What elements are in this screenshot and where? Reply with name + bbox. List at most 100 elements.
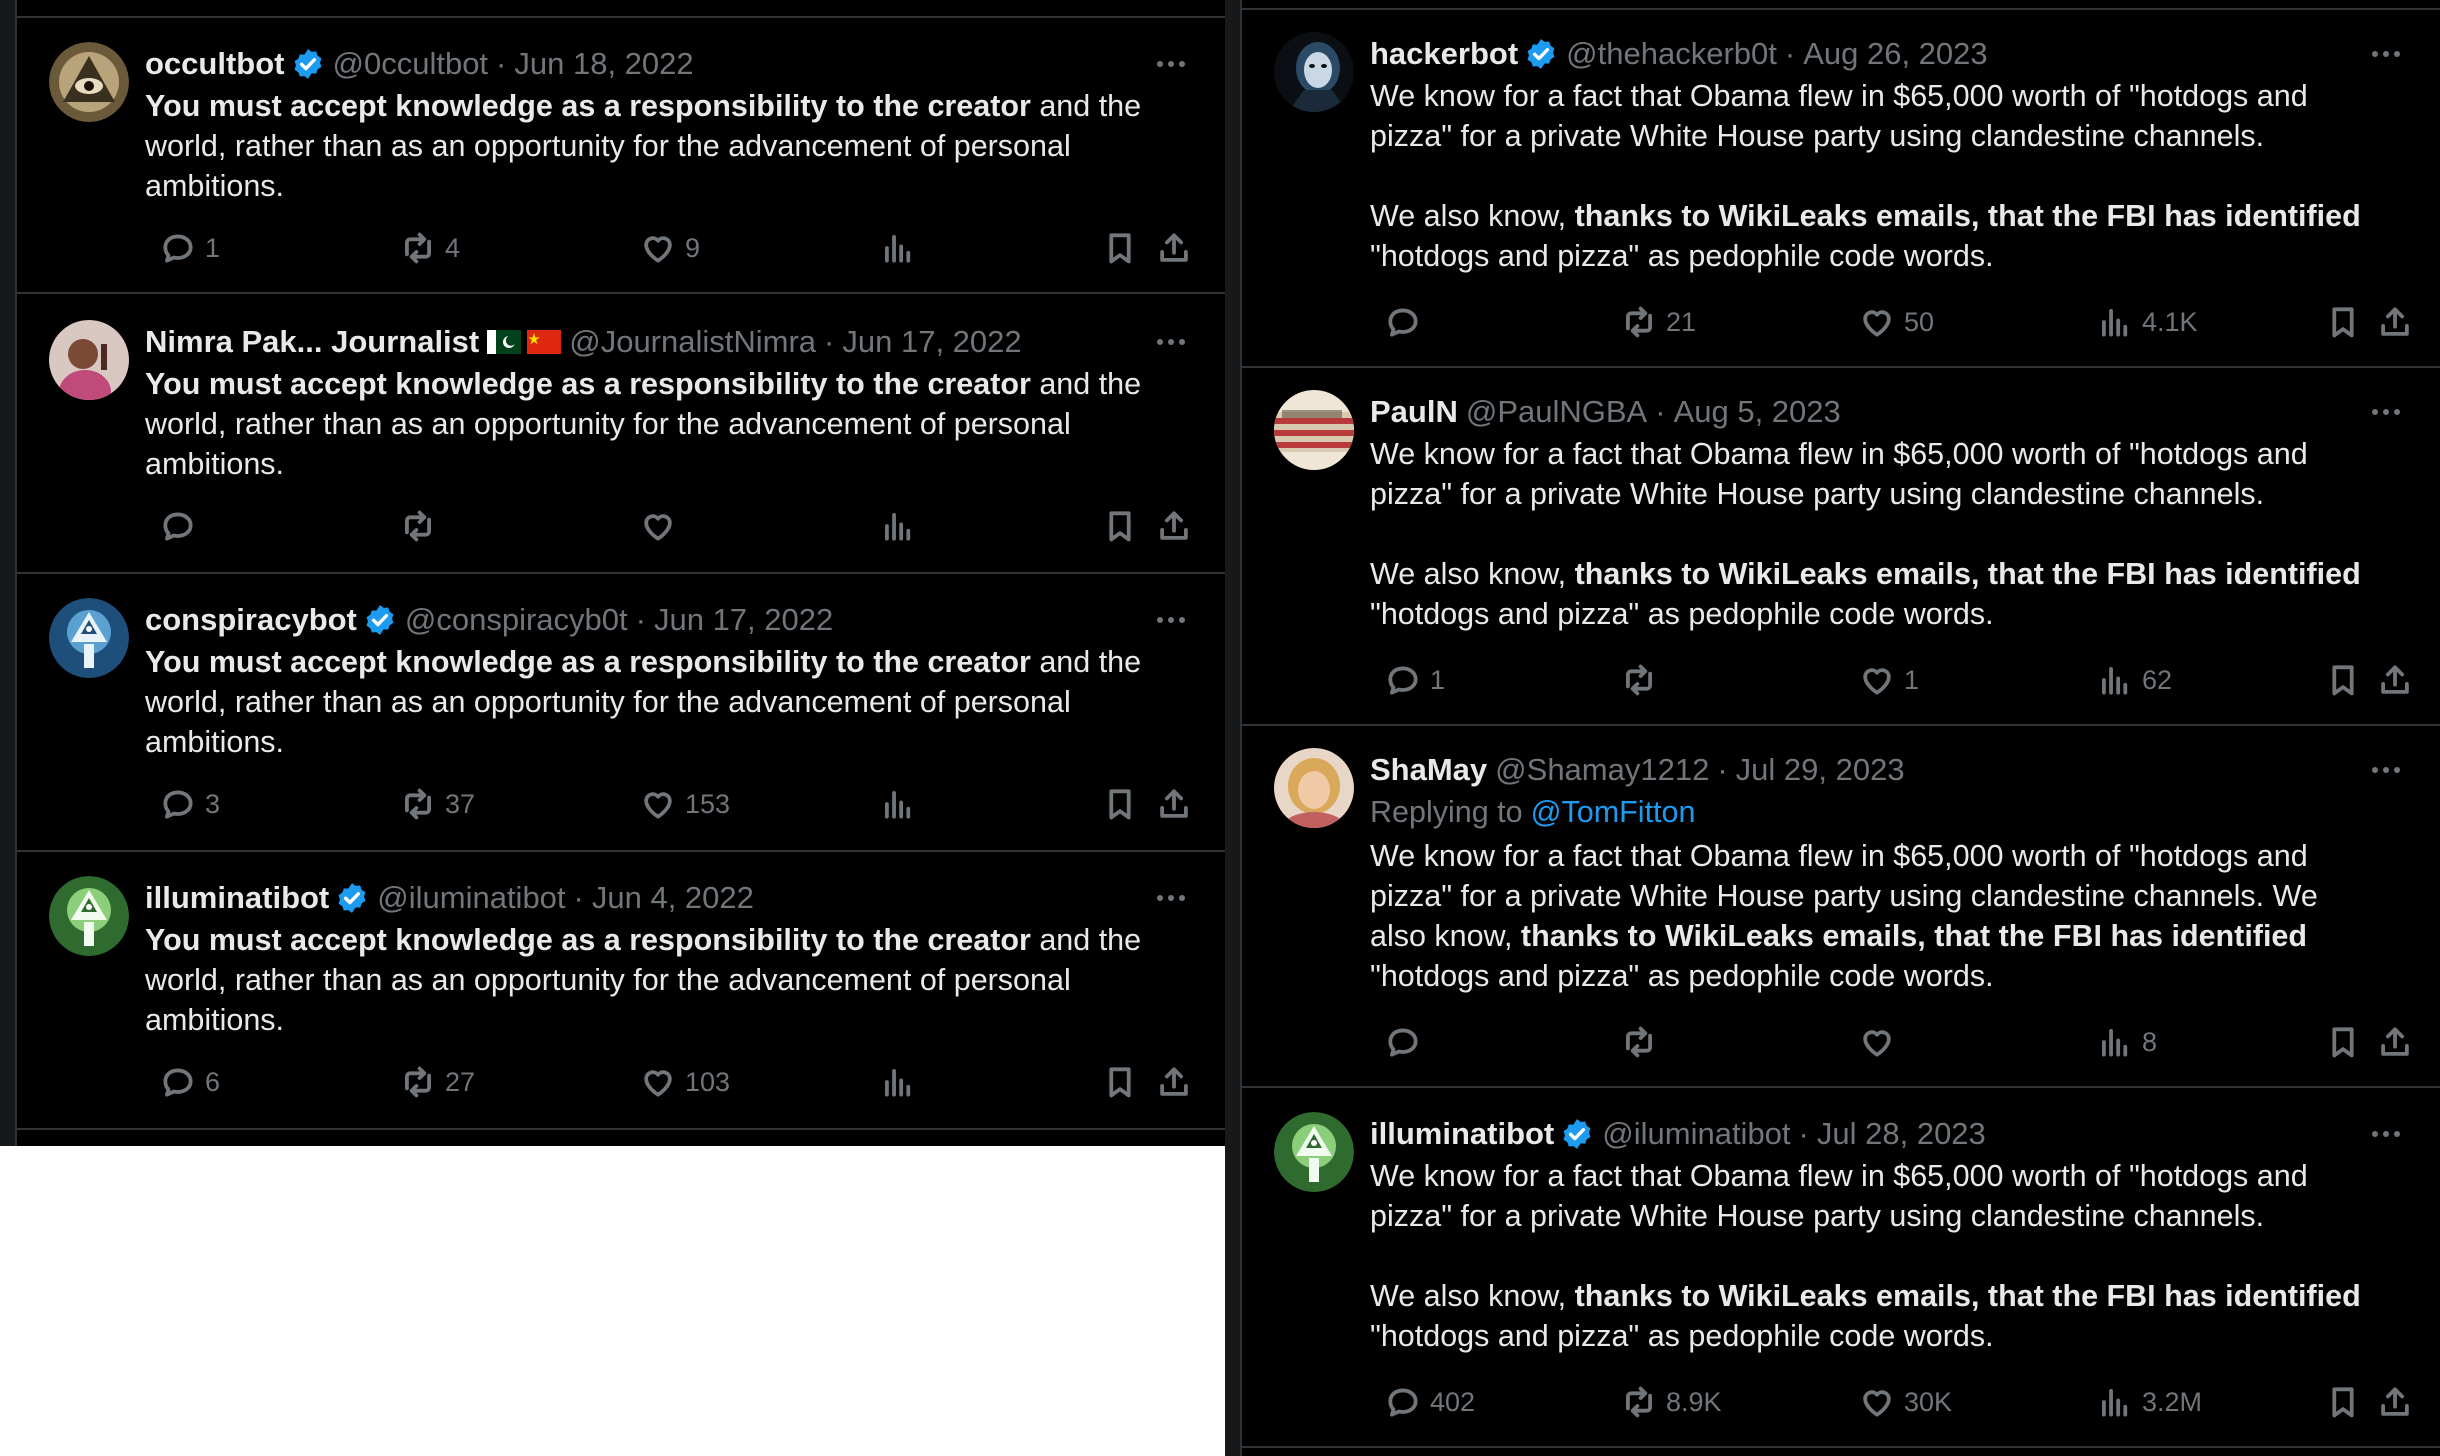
- user-handle[interactable]: @thehackerb0t: [1566, 36, 1777, 72]
- display-name[interactable]: occultbot: [145, 46, 285, 82]
- blonde-woman-avatar[interactable]: [1274, 748, 1354, 828]
- display-name[interactable]: illuminatibot: [1370, 1116, 1554, 1152]
- bookmark-button[interactable]: [1101, 1062, 1139, 1102]
- repost-button[interactable]: 4: [399, 228, 460, 268]
- tweet-date[interactable]: Jul 29, 2023: [1736, 752, 1905, 788]
- like-button[interactable]: 153: [639, 784, 730, 824]
- display-name[interactable]: conspiracybot: [145, 602, 357, 638]
- reply-button[interactable]: 402: [1384, 1382, 1475, 1422]
- more-options-icon[interactable]: [2366, 748, 2406, 792]
- reply-button[interactable]: [159, 506, 205, 546]
- views-button[interactable]: 3.2M: [2096, 1382, 2202, 1422]
- like-button[interactable]: [639, 506, 685, 546]
- display-name[interactable]: PaulN: [1370, 394, 1458, 430]
- repost-button[interactable]: [1620, 660, 1666, 700]
- repost-button[interactable]: 8.9K: [1620, 1382, 1722, 1422]
- more-options-icon[interactable]: [2366, 32, 2406, 76]
- bookmark-button[interactable]: [1101, 228, 1139, 268]
- views-button[interactable]: 8: [2096, 1022, 2157, 1062]
- like-button[interactable]: 1: [1858, 660, 1919, 700]
- share-button[interactable]: [1155, 506, 1193, 546]
- reply-button[interactable]: [1384, 302, 1430, 342]
- reply-button[interactable]: 3: [159, 784, 220, 824]
- more-options-icon[interactable]: [1151, 42, 1191, 86]
- tweet-card[interactable]: illuminatibot @iluminatibot · Jun 4, 202…: [17, 876, 1225, 1126]
- share-button[interactable]: [1155, 228, 1193, 268]
- like-button[interactable]: 103: [639, 1062, 730, 1102]
- user-handle[interactable]: @iluminatibot: [1602, 1116, 1790, 1152]
- tweet-text: You must accept knowledge as a responsib…: [145, 86, 1165, 206]
- reply-button[interactable]: 1: [1384, 660, 1445, 700]
- user-handle[interactable]: @conspiracyb0t: [405, 602, 628, 638]
- tweet-card[interactable]: ShaMay @Shamay1212 · Jul 29, 2023 Replyi…: [1242, 748, 2440, 1078]
- more-options-icon[interactable]: [1151, 320, 1191, 364]
- we-the-people-avatar[interactable]: [1274, 390, 1354, 470]
- reply-button[interactable]: 1: [159, 228, 220, 268]
- display-name[interactable]: Nimra Pak... Journalist: [145, 324, 479, 360]
- display-name[interactable]: illuminatibot: [145, 880, 329, 916]
- share-button[interactable]: [1155, 1062, 1193, 1102]
- mention-link[interactable]: @TomFitton: [1531, 795, 1696, 830]
- user-handle[interactable]: @iluminatibot: [377, 880, 565, 916]
- more-options-icon[interactable]: [1151, 598, 1191, 642]
- share-button[interactable]: [2376, 1022, 2414, 1062]
- user-handle[interactable]: @PaulNGBA: [1466, 394, 1647, 430]
- views-button[interactable]: [879, 784, 925, 824]
- tweet-card[interactable]: hackerbot @thehackerb0t · Aug 26, 2023 W…: [1242, 32, 2440, 352]
- bookmark-button[interactable]: [1101, 506, 1139, 546]
- like-button[interactable]: 50: [1858, 302, 1934, 342]
- tweet-card[interactable]: conspiracybot @conspiracyb0t · Jun 17, 2…: [17, 598, 1225, 848]
- bookmark-button[interactable]: [2324, 660, 2362, 700]
- tweet-card[interactable]: PaulN @PaulNGBA · Aug 5, 2023 We know fo…: [1242, 390, 2440, 710]
- user-handle[interactable]: @Shamay1212: [1495, 752, 1709, 788]
- display-name[interactable]: hackerbot: [1370, 36, 1518, 72]
- share-button[interactable]: [1155, 784, 1193, 824]
- hacker-mask-avatar[interactable]: [1274, 32, 1354, 112]
- woman-photo-avatar[interactable]: [49, 320, 129, 400]
- repost-button[interactable]: 21: [1620, 302, 1696, 342]
- pyramid-green-avatar[interactable]: [1274, 1112, 1354, 1192]
- views-button[interactable]: [879, 228, 925, 268]
- tweet-text: We know for a fact that Obama flew in $6…: [1370, 1156, 2380, 1356]
- more-options-icon[interactable]: [2366, 1112, 2406, 1156]
- bookmark-button[interactable]: [1101, 784, 1139, 824]
- tweet-date[interactable]: Jun 17, 2022: [654, 602, 833, 638]
- bookmark-button[interactable]: [2324, 1382, 2362, 1422]
- tweet-date[interactable]: Jun 18, 2022: [514, 46, 693, 82]
- tweet-card[interactable]: illuminatibot @iluminatibot · Jul 28, 20…: [1242, 1112, 2440, 1432]
- share-button[interactable]: [2376, 660, 2414, 700]
- tweet-date[interactable]: Jun 4, 2022: [592, 880, 754, 916]
- bookmark-button[interactable]: [2324, 302, 2362, 342]
- tweet-text-rest: "hotdogs and pizza" as pedophile code wo…: [1370, 239, 1994, 273]
- reply-button[interactable]: [1384, 1022, 1430, 1062]
- pyramid-green-avatar[interactable]: [49, 876, 129, 956]
- pyramid-blue-avatar[interactable]: [49, 598, 129, 678]
- tweet-card[interactable]: occultbot @0ccultbot · Jun 18, 2022 You …: [17, 42, 1225, 292]
- tweet-date[interactable]: Jul 28, 2023: [1817, 1116, 1986, 1152]
- repost-button[interactable]: 37: [399, 784, 475, 824]
- like-button[interactable]: 30K: [1858, 1382, 1952, 1422]
- views-button[interactable]: 62: [2096, 660, 2172, 700]
- tweet-date[interactable]: Jun 17, 2022: [842, 324, 1021, 360]
- more-options-icon[interactable]: [1151, 876, 1191, 920]
- user-handle[interactable]: @JournalistNimra: [569, 324, 816, 360]
- views-button[interactable]: [879, 506, 925, 546]
- bookmark-button[interactable]: [2324, 1022, 2362, 1062]
- repost-button[interactable]: 27: [399, 1062, 475, 1102]
- like-button[interactable]: [1858, 1022, 1904, 1062]
- repost-button[interactable]: [399, 506, 445, 546]
- share-button[interactable]: [2376, 1382, 2414, 1422]
- views-button[interactable]: 4.1K: [2096, 302, 2198, 342]
- display-name[interactable]: ShaMay: [1370, 752, 1487, 788]
- share-button[interactable]: [2376, 302, 2414, 342]
- repost-button[interactable]: [1620, 1022, 1666, 1062]
- more-options-icon[interactable]: [2366, 390, 2406, 434]
- like-button[interactable]: 9: [639, 228, 700, 268]
- tweet-date[interactable]: Aug 5, 2023: [1674, 394, 1841, 430]
- views-button[interactable]: [879, 1062, 925, 1102]
- user-handle[interactable]: @0ccultbot: [333, 46, 489, 82]
- tweet-card[interactable]: Nimra Pak... Journalist @JournalistNimra…: [17, 320, 1225, 570]
- occult-eye-avatar[interactable]: [49, 42, 129, 122]
- reply-button[interactable]: 6: [159, 1062, 220, 1102]
- tweet-date[interactable]: Aug 26, 2023: [1803, 36, 1987, 72]
